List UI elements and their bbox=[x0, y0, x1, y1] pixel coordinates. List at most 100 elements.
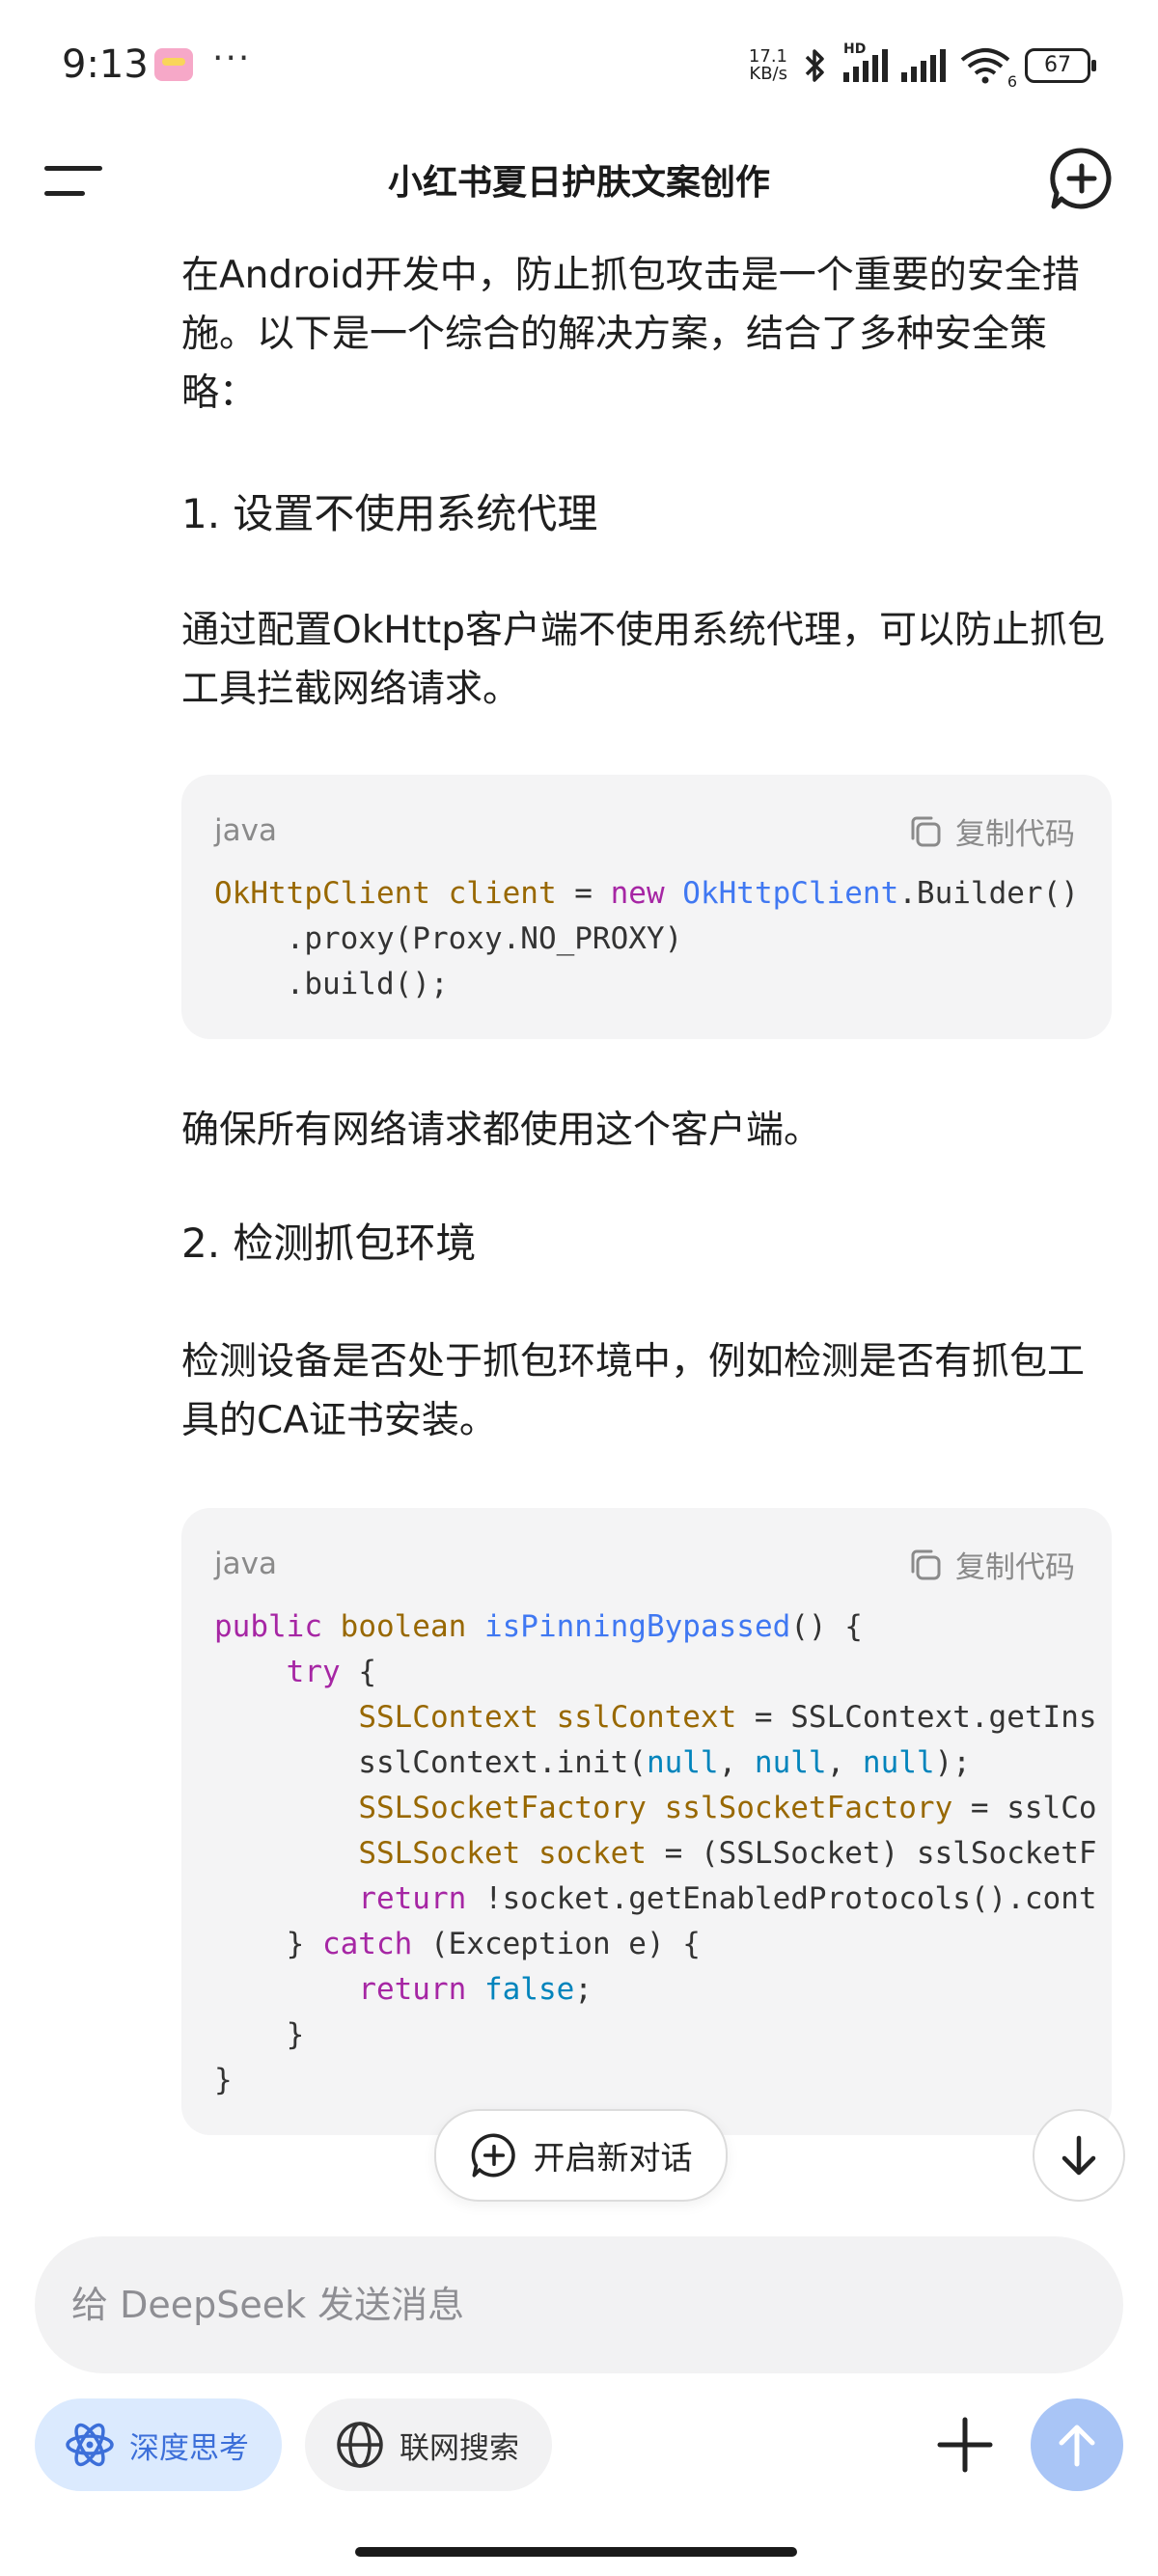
code-token: } bbox=[214, 2063, 233, 2097]
new-chat-label: 开启新对话 bbox=[533, 2139, 693, 2177]
status-indicators: 17.1 KB/s HD 6 67 bbox=[743, 41, 1096, 91]
intro-paragraph: 在Android开发中，防止抓包攻击是一个重要的安全措施。以下是一个综合的解决方… bbox=[181, 254, 1080, 415]
code-token: = SSLContext.getIns bbox=[736, 1700, 1097, 1735]
code-body-2: public boolean isPinningBypassed() { try… bbox=[214, 1604, 1112, 2103]
web-search-label: 联网搜索 bbox=[400, 2430, 519, 2466]
send-button[interactable] bbox=[1031, 2398, 1123, 2491]
code-token: .proxy(Proxy.NO_PROXY) bbox=[214, 921, 683, 956]
cellular-signal-hd-icon: HD bbox=[843, 41, 888, 82]
code-token: } bbox=[214, 2017, 305, 2052]
web-search-toggle[interactable]: 联网搜索 bbox=[305, 2398, 552, 2491]
code-body-1: OkHttpClient client = new OkHttpClient.B… bbox=[214, 871, 1112, 1007]
arrow-down-icon bbox=[1062, 2135, 1096, 2176]
code-line: return false; bbox=[214, 1967, 1112, 2013]
home-indicator[interactable] bbox=[355, 2547, 797, 2557]
after-code-paragraph: 确保所有网络请求都使用这个客户端。 bbox=[181, 1109, 822, 1152]
section-1-paragraph: 通过配置OkHttp客户端不使用系统代理，可以防止抓包工具拦截网络请求。 bbox=[181, 609, 1105, 711]
code-token: catch bbox=[321, 1927, 413, 1961]
code-token: false bbox=[483, 1972, 575, 2007]
deep-think-toggle[interactable]: 深度思考 bbox=[35, 2398, 282, 2491]
code-token: .Builder() bbox=[898, 876, 1079, 911]
battery-icon: 67 bbox=[1025, 48, 1096, 83]
new-chat-button[interactable]: 开启新对话 bbox=[434, 2109, 728, 2202]
more-notifications-icon: ··· bbox=[212, 39, 252, 78]
code-token: SSLSocket bbox=[358, 1836, 521, 1871]
code-line: public boolean isPinningBypassed() { bbox=[214, 1604, 1112, 1650]
new-chat-icon[interactable] bbox=[1048, 145, 1116, 212]
code-line: OkHttpClient client = new OkHttpClient.B… bbox=[214, 871, 1112, 917]
code-token: .build(); bbox=[214, 967, 449, 1001]
code-line: return !socket.getEnabledProtocols().con… bbox=[214, 1877, 1112, 1922]
message-input[interactable] bbox=[35, 2236, 1123, 2373]
status-time: 9:13 bbox=[62, 42, 149, 87]
network-speed-unit: KB/s bbox=[749, 64, 787, 84]
arrow-up-icon bbox=[1059, 2425, 1095, 2467]
wifi-band-label: 6 bbox=[1006, 72, 1017, 91]
copy-icon bbox=[911, 816, 941, 846]
atom-icon bbox=[66, 2423, 114, 2467]
code-token: (Exception e) { bbox=[412, 1927, 701, 1961]
signal-hd-label: HD bbox=[843, 41, 867, 57]
code-token: = bbox=[556, 876, 611, 911]
cellular-signal-icon bbox=[901, 49, 946, 82]
copy-icon bbox=[911, 1549, 941, 1579]
section-heading-2: 2. 检测抓包环境 bbox=[181, 1219, 477, 1267]
code-line: sslContext.init(null, null, null); bbox=[214, 1740, 1112, 1786]
cake-emoji-icon bbox=[154, 48, 193, 81]
attach-button[interactable] bbox=[926, 2406, 1004, 2483]
code-token: client bbox=[448, 876, 557, 911]
code-token: OkHttpClient bbox=[682, 876, 899, 911]
code-token: { bbox=[340, 1655, 376, 1689]
code-token: return bbox=[358, 1972, 467, 2007]
plus-icon bbox=[937, 2417, 993, 2473]
status-bar: 9:13 ··· 17.1 KB/s HD 6 67 bbox=[0, 0, 1158, 135]
code-token: new bbox=[610, 876, 665, 911]
code-line: SSLSocketFactory sslSocketFactory = sslC… bbox=[214, 1786, 1112, 1831]
bluetooth-icon bbox=[801, 46, 830, 85]
code-token: try bbox=[286, 1655, 341, 1689]
scroll-to-bottom-button[interactable] bbox=[1033, 2109, 1125, 2202]
copy-code-button[interactable]: 复制代码 bbox=[907, 809, 1075, 853]
code-token: SSLSocketFactory bbox=[358, 1791, 647, 1825]
code-token: , bbox=[718, 1745, 755, 1780]
code-token: SSLContext bbox=[358, 1700, 538, 1735]
code-token: null bbox=[646, 1745, 719, 1780]
code-token: !socket.getEnabledProtocols().cont bbox=[466, 1881, 1097, 1916]
wifi-icon: 6 bbox=[959, 46, 1017, 91]
globe-icon bbox=[337, 2422, 383, 2468]
code-line: .build(); bbox=[214, 962, 1112, 1007]
code-line: .proxy(Proxy.NO_PROXY) bbox=[214, 917, 1112, 962]
deep-think-label: 深度思考 bbox=[129, 2430, 249, 2466]
code-token: public bbox=[214, 1609, 322, 1644]
code-line: SSLContext sslContext = SSLContext.getIn… bbox=[214, 1695, 1112, 1740]
code-token: OkHttpClient bbox=[214, 876, 430, 911]
code-line: } bbox=[214, 2013, 1112, 2058]
code-language-label: java bbox=[214, 1547, 277, 1581]
code-line: SSLSocket socket = (SSLSocket) sslSocket… bbox=[214, 1831, 1112, 1877]
section-heading-1: 1. 设置不使用系统代理 bbox=[181, 490, 598, 537]
code-token: , bbox=[826, 1745, 863, 1780]
copy-code-button[interactable]: 复制代码 bbox=[907, 1543, 1075, 1586]
code-token: null bbox=[754, 1745, 827, 1780]
code-token: null bbox=[862, 1745, 935, 1780]
section-2-paragraph: 检测设备是否处于抓包环境中，例如检测是否有抓包工具的CA证书安装。 bbox=[181, 1340, 1086, 1442]
code-token: boolean bbox=[340, 1609, 467, 1644]
code-token: socket bbox=[538, 1836, 647, 1871]
copy-code-label: 复制代码 bbox=[955, 1550, 1075, 1585]
app-header: 小红书夏日护肤文案创作 bbox=[0, 135, 1158, 232]
code-line: } catch (Exception e) { bbox=[214, 1922, 1112, 1967]
code-token: isPinningBypassed bbox=[483, 1609, 791, 1644]
new-chat-icon bbox=[471, 2133, 515, 2178]
